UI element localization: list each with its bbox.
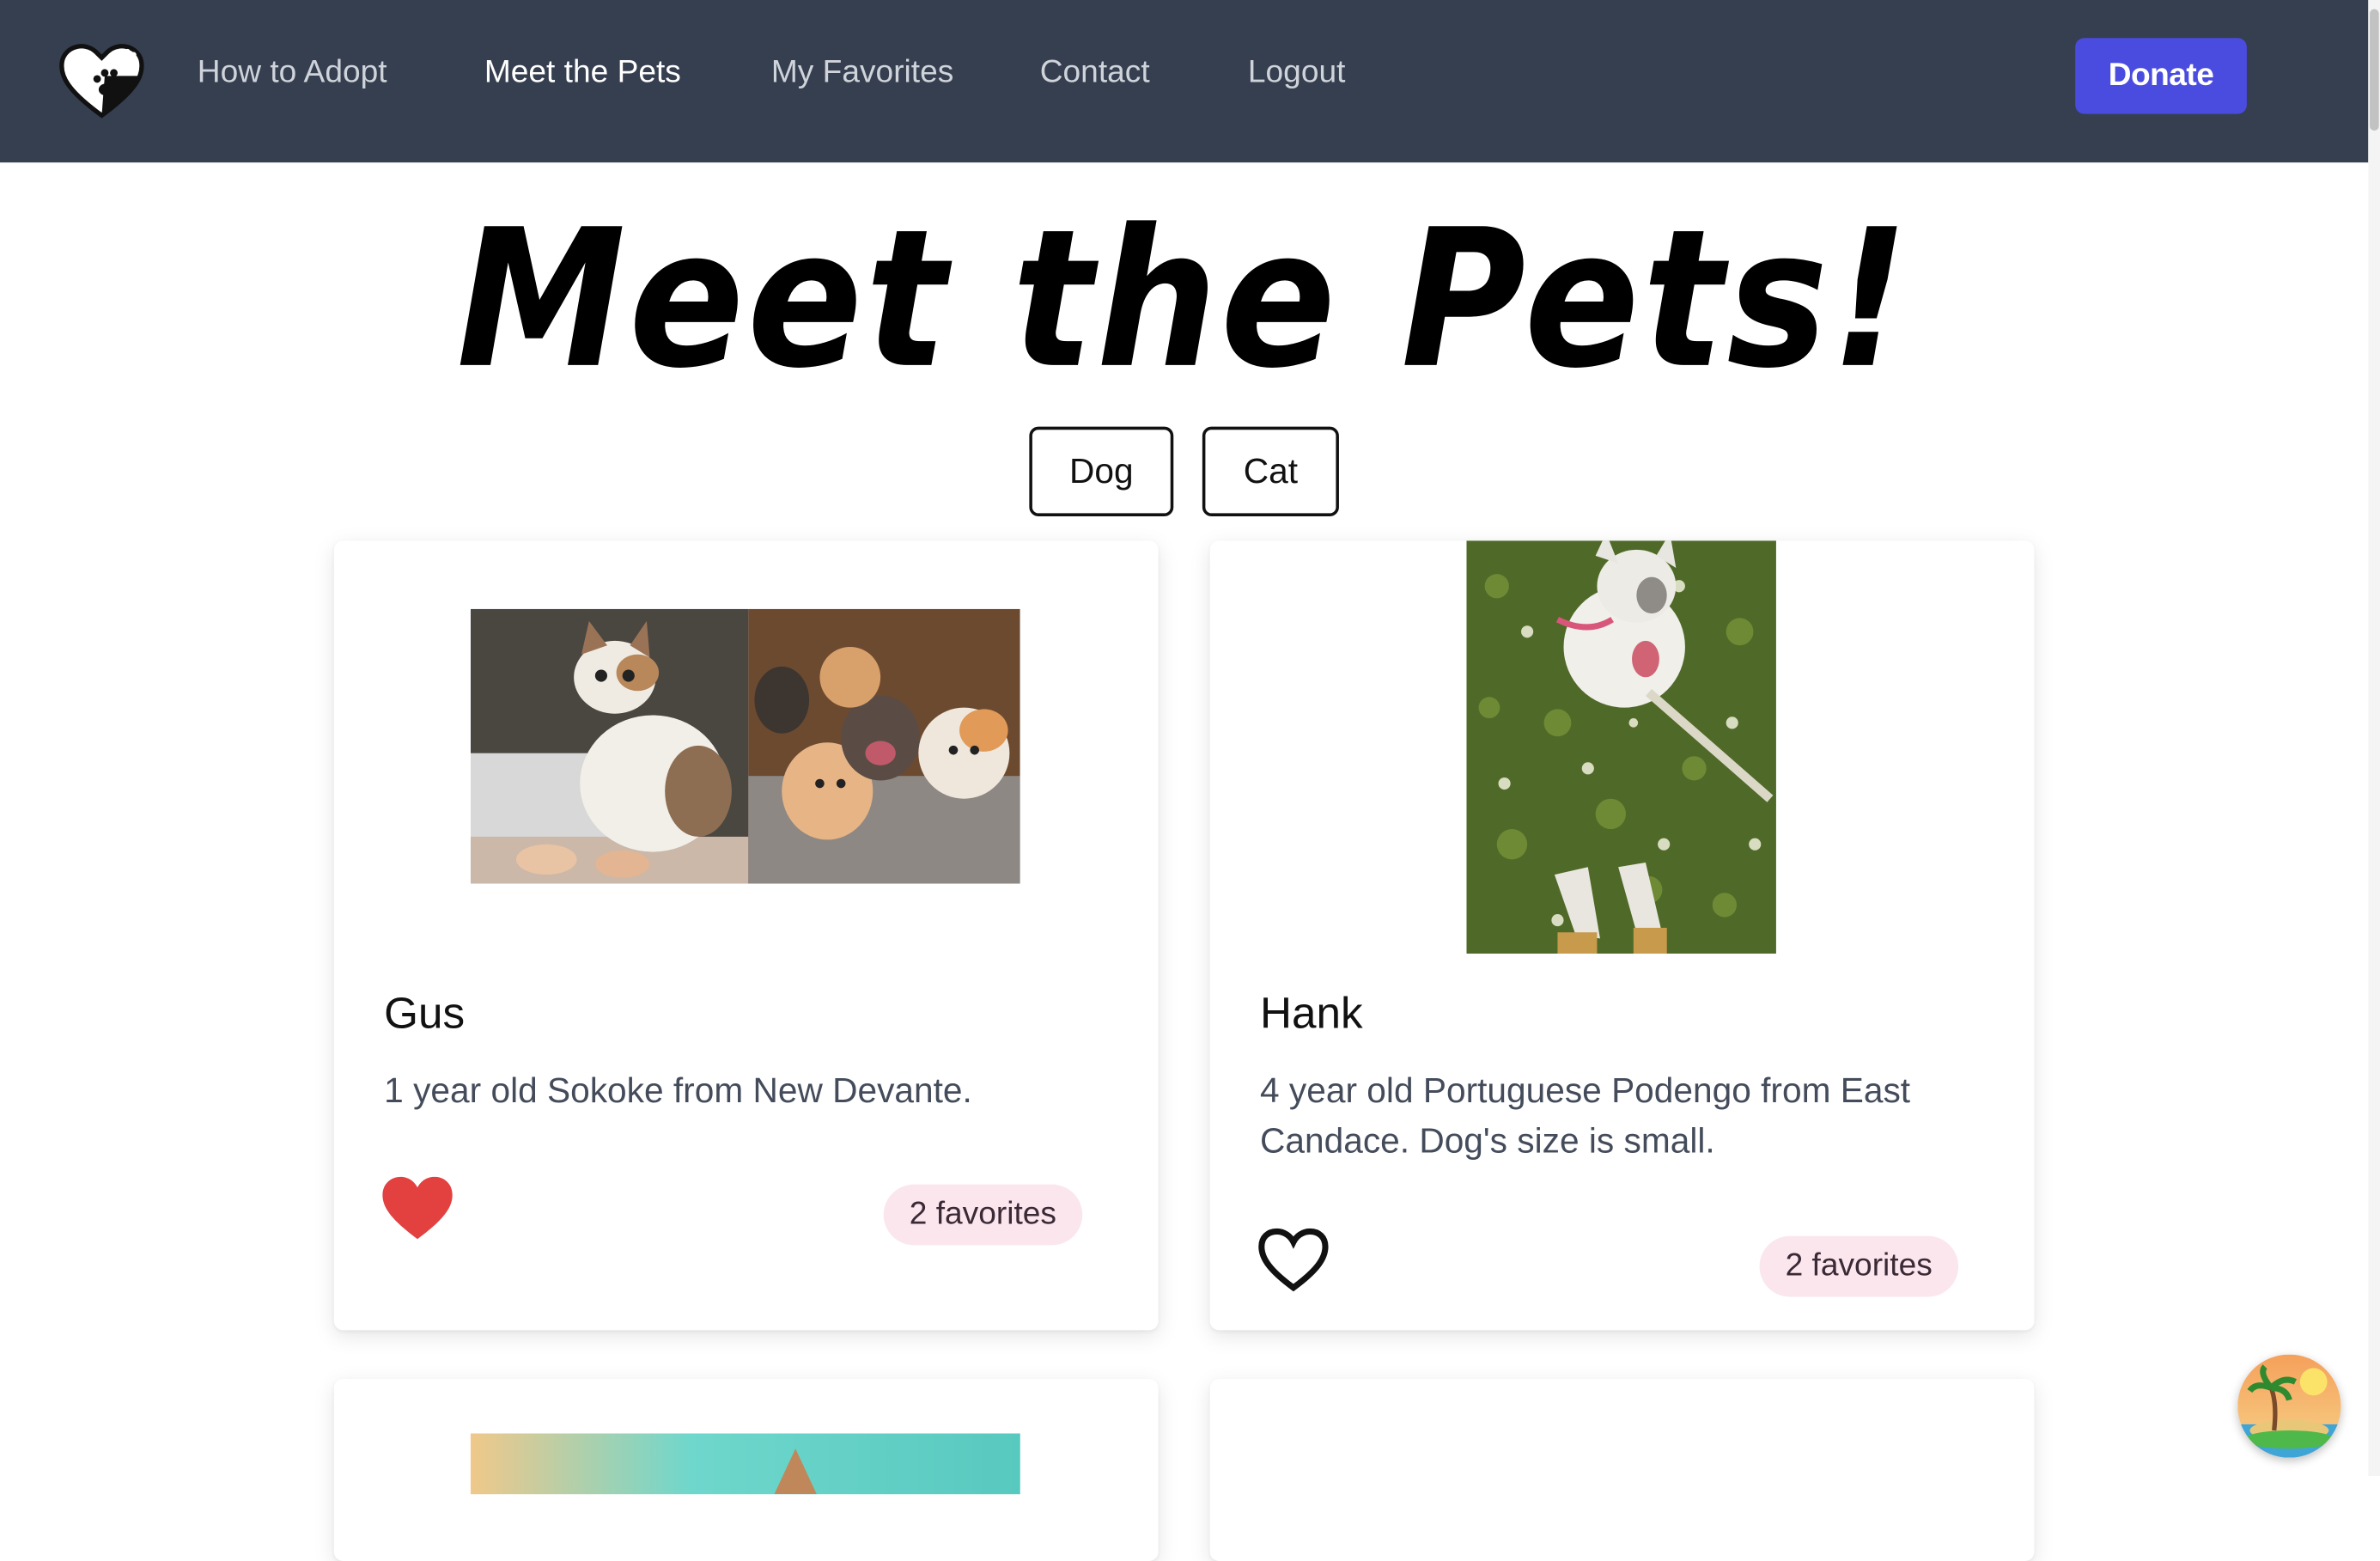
page-title: Meet the Pets!	[456, 189, 1912, 412]
nav-link-my-favorites[interactable]: My Favorites	[771, 55, 953, 91]
pet-name: Gus	[384, 990, 466, 1039]
nav-link-how-to-adopt[interactable]: How to Adopt	[198, 55, 387, 91]
navbar: How to Adopt Meet the Pets My Favorites …	[0, 0, 2369, 163]
pet-description: 1 year old Sokoke from New Devante.	[384, 1070, 972, 1111]
nav-link-logout[interactable]: Logout	[1248, 55, 1346, 91]
pet-card: Gus 1 year old Sokoke from New Devante. …	[333, 540, 1159, 1331]
heart-icon[interactable]	[381, 1175, 454, 1242]
pet-description: 4 year old Portuguese Podengo from East …	[1260, 1070, 1911, 1161]
pet-photo	[470, 1433, 1020, 1495]
floating-assistant-avatar[interactable]	[2237, 1354, 2341, 1458]
pet-photo	[1466, 540, 1776, 954]
pet-photo	[470, 608, 1020, 884]
donate-button[interactable]: Donate	[2075, 38, 2247, 114]
filter-dog-button[interactable]: Dog	[1029, 426, 1174, 516]
favorites-count-badge: 2 favorites	[1759, 1235, 1958, 1297]
pet-card: Hank 4 year old Portuguese Podengo from …	[1209, 540, 2035, 1331]
nav-link-meet-the-pets[interactable]: Meet the Pets	[484, 55, 681, 91]
scrollbar-thumb[interactable]	[2370, 9, 2379, 131]
nav-link-contact[interactable]: Contact	[1040, 55, 1150, 91]
heart-paw-icon[interactable]	[56, 40, 147, 119]
pet-name: Hank	[1260, 990, 1363, 1039]
filter-cat-button[interactable]: Cat	[1202, 426, 1339, 516]
scrollbar[interactable]	[2368, 0, 2380, 1477]
heart-outline-icon[interactable]	[1257, 1227, 1330, 1294]
favorites-count-badge: 2 favorites	[883, 1184, 1083, 1246]
pet-card	[1209, 1378, 2035, 1561]
pet-card	[333, 1378, 1159, 1561]
